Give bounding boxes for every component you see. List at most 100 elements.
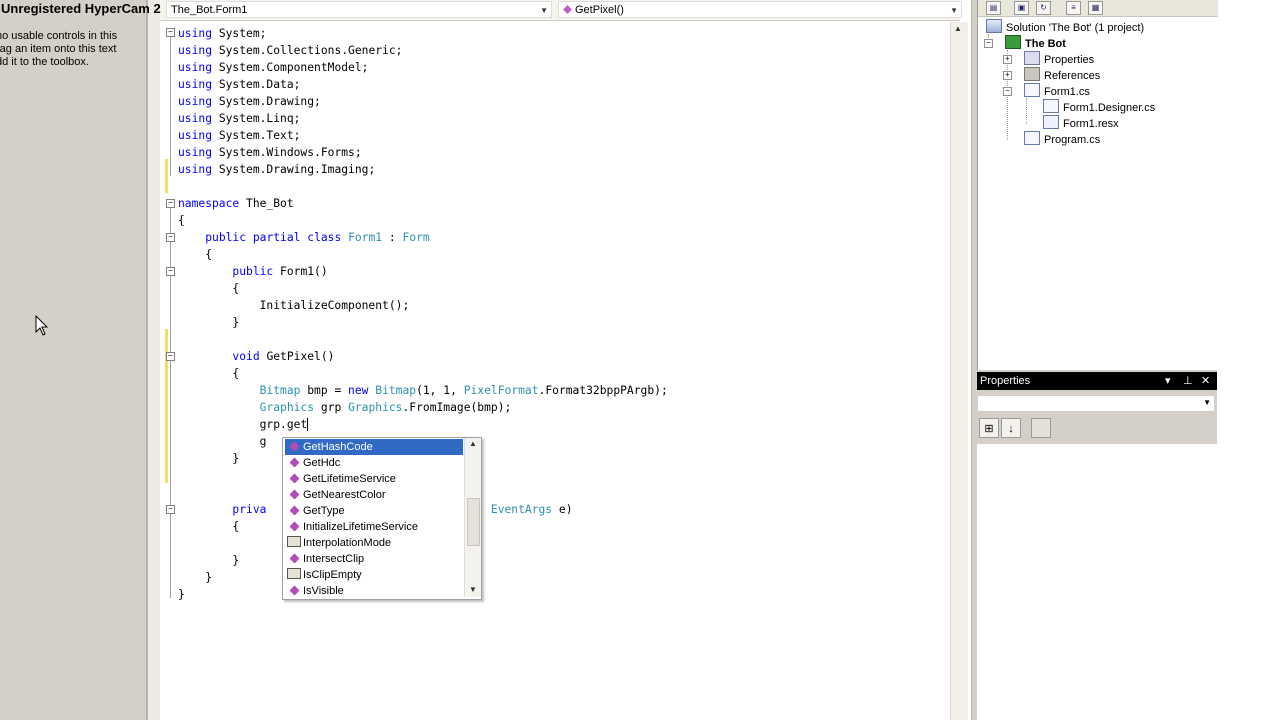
code-line: void GetPixel() (232, 350, 335, 363)
code-line: namespace The_Bot (178, 197, 294, 210)
tree-item-references[interactable]: References (1024, 67, 1100, 83)
view-code-icon[interactable]: ≡ (1066, 1, 1081, 15)
tree-item-form1-resx[interactable]: Form1.resx (1043, 115, 1119, 131)
code-line: using System.Linq; (178, 112, 301, 125)
intellisense-scrollbar[interactable]: ▲ ▼ (464, 438, 481, 597)
collapse-toggle[interactable]: − (166, 233, 175, 242)
type-dropdown-value: The_Bot.Form1 (171, 4, 248, 16)
tree-item-program[interactable]: Program.cs (1024, 131, 1100, 147)
chevron-down-icon: ▼ (540, 6, 548, 15)
code-line: { (178, 214, 185, 227)
code-line: using System.Windows.Forms; (178, 146, 362, 159)
member-dropdown-value: GetPixel() (575, 4, 624, 16)
method-icon (289, 505, 299, 516)
dropdown-icon[interactable]: ▾ (1165, 372, 1171, 390)
show-all-files-icon[interactable]: ▣ (1014, 1, 1029, 15)
background-area (1218, 0, 1280, 720)
code-line: public partial class Form1 : Form (205, 231, 430, 244)
code-text-area[interactable]: − − − − − − using System; using System.C… (160, 23, 950, 723)
chevron-down-icon: ▼ (1203, 398, 1211, 407)
member-dropdown[interactable]: GetPixel() ▼ (558, 1, 962, 18)
properties-icon[interactable]: ▤ (986, 1, 1001, 15)
property-pages-icon[interactable] (1031, 418, 1051, 438)
collapse-toggle[interactable]: − (166, 28, 175, 37)
code-line: } (178, 588, 185, 601)
mouse-cursor-icon (35, 315, 49, 336)
code-line: { (178, 367, 240, 380)
toolbox-panel: no usable controls in this rag an item o… (0, 0, 147, 720)
tree-item-form1-designer[interactable]: Form1.Designer.cs (1043, 99, 1155, 115)
object-selector[interactable]: ▼ (977, 395, 1215, 412)
code-editor[interactable]: The_Bot.Form1 ▼ GetPixel() ▼ − − − − − −… (160, 0, 970, 720)
property-grid[interactable] (977, 444, 1217, 720)
intellisense-list[interactable]: GetHashCode GetHdc GetLifetimeService Ge… (282, 437, 482, 600)
completion-item[interactable]: GetHashCode (285, 439, 463, 455)
completion-item[interactable]: InterpolationMode (285, 535, 463, 551)
change-marker (165, 363, 168, 483)
code-line: } (178, 316, 240, 329)
collapse-toggle[interactable]: − (1003, 87, 1012, 96)
tree-item-form1[interactable]: Form1.cs (1024, 83, 1090, 99)
method-icon (289, 457, 299, 468)
property-icon (287, 536, 301, 547)
completion-item[interactable]: GetType (285, 503, 463, 519)
method-icon (289, 441, 299, 452)
code-line: { (178, 282, 240, 295)
completion-item[interactable]: GetHdc (285, 455, 463, 471)
collapse-toggle[interactable]: − (166, 505, 175, 514)
alphabetical-icon[interactable]: ↓ (1001, 418, 1021, 438)
scroll-up-icon[interactable]: ▲ (469, 439, 477, 448)
solution-explorer: ▤ ▣ ↻ ≡ ▦ Solution 'The Bot' (1 project)… (977, 0, 1218, 370)
completion-item[interactable]: IntersectClip (285, 551, 463, 567)
collapse-toggle[interactable]: − (166, 267, 175, 276)
cs-file-icon (1043, 99, 1059, 113)
pin-icon[interactable]: ⊥ (1183, 372, 1193, 390)
navigation-bar: The_Bot.Form1 ▼ GetPixel() ▼ (160, 0, 962, 21)
type-dropdown[interactable]: The_Bot.Form1 ▼ (166, 1, 552, 18)
completion-item[interactable]: InitializeLifetimeService (285, 519, 463, 535)
expand-toggle[interactable]: + (1003, 55, 1012, 64)
toolbox-empty-message: no usable controls in this rag an item o… (0, 30, 146, 69)
tree-line (1026, 98, 1027, 124)
expand-toggle[interactable]: + (1003, 71, 1012, 80)
completion-item[interactable]: IsVisible (285, 583, 463, 599)
collapse-toggle[interactable]: − (166, 199, 175, 208)
solution-explorer-toolbar: ▤ ▣ ↻ ≡ ▦ (978, 0, 1218, 17)
code-line: Bitmap bmp = new Bitmap(1, 1, PixelForma… (259, 384, 668, 397)
refresh-icon[interactable]: ↻ (1036, 1, 1051, 15)
tree-item-properties[interactable]: Properties (1024, 51, 1094, 67)
completion-item[interactable]: GetLifetimeService (285, 471, 463, 487)
code-line: using System.Drawing.Imaging; (178, 163, 376, 176)
editor-vertical-scrollbar[interactable]: ▲ (950, 22, 968, 720)
properties-title-bar: Properties ▾ ⊥ ✕ (977, 372, 1217, 390)
collapse-toggle[interactable]: − (166, 352, 175, 361)
property-icon (287, 568, 301, 579)
completion-item[interactable]: IsClipEmpty (285, 567, 463, 583)
method-icon (289, 553, 299, 564)
code-line: { (178, 520, 240, 533)
toolbox-message-line: no usable controls in this (0, 30, 118, 42)
code-line: grp.get (259, 418, 309, 431)
code-line: } (178, 554, 240, 567)
scroll-up-icon[interactable]: ▲ (954, 24, 962, 33)
code-line: g (178, 435, 267, 448)
code-line: using System.Text; (178, 129, 301, 142)
toolbox-splitter[interactable] (147, 0, 160, 720)
view-designer-icon[interactable]: ▦ (1088, 1, 1103, 15)
references-icon (1024, 67, 1040, 81)
scroll-down-icon[interactable]: ▼ (469, 585, 477, 594)
categorized-icon[interactable]: ⊞ (979, 418, 999, 438)
tree-item-project[interactable]: The Bot (1005, 35, 1066, 51)
close-icon[interactable]: ✕ (1201, 372, 1210, 390)
completion-item[interactable]: GetNearestColor (285, 487, 463, 503)
recorder-watermark: Unregistered HyperCam 2 (1, 1, 161, 16)
properties-folder-icon (1024, 51, 1040, 65)
scroll-thumb[interactable] (467, 498, 480, 546)
tree-item-solution[interactable]: Solution 'The Bot' (1 project) (986, 19, 1144, 35)
collapse-toggle[interactable]: − (984, 39, 993, 48)
chevron-down-icon: ▼ (950, 6, 958, 15)
method-icon (289, 521, 299, 532)
code-line: { (178, 248, 213, 261)
properties-title: Properties (980, 375, 1031, 387)
outline-guide (170, 33, 171, 176)
